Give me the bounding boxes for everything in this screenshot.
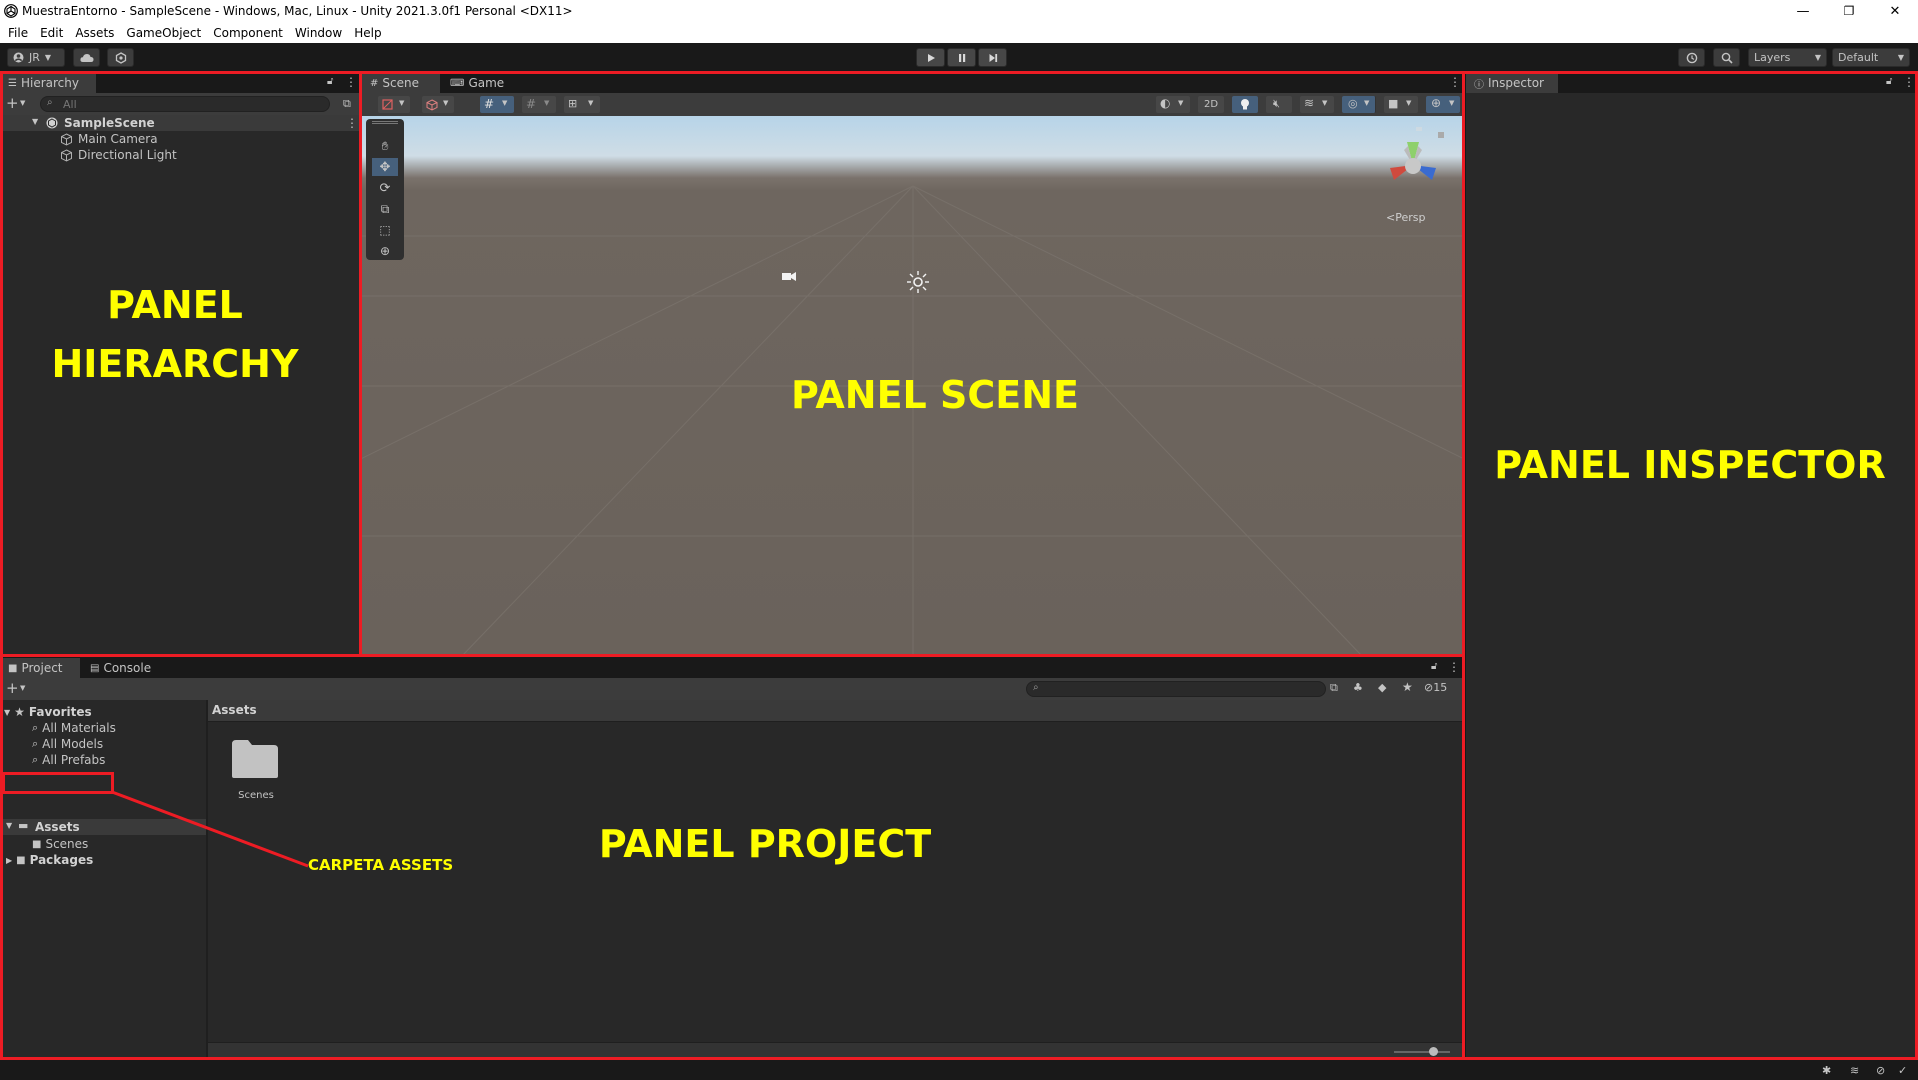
hierarchy-annotation-line2: HIERARCHY (51, 341, 299, 386)
hierarchy-annotation: PANEL HIERARCHY (20, 276, 330, 394)
scene-annotation: PANEL SCENE (791, 373, 1079, 417)
inspector-annotation: PANEL INSPECTOR (1494, 443, 1886, 487)
assets-callout-label: CARPETA ASSETS (308, 856, 454, 874)
hierarchy-annotation-line1: PANEL (107, 283, 243, 327)
callout-arrow (111, 790, 309, 868)
project-annotation: PANEL PROJECT (598, 822, 932, 866)
